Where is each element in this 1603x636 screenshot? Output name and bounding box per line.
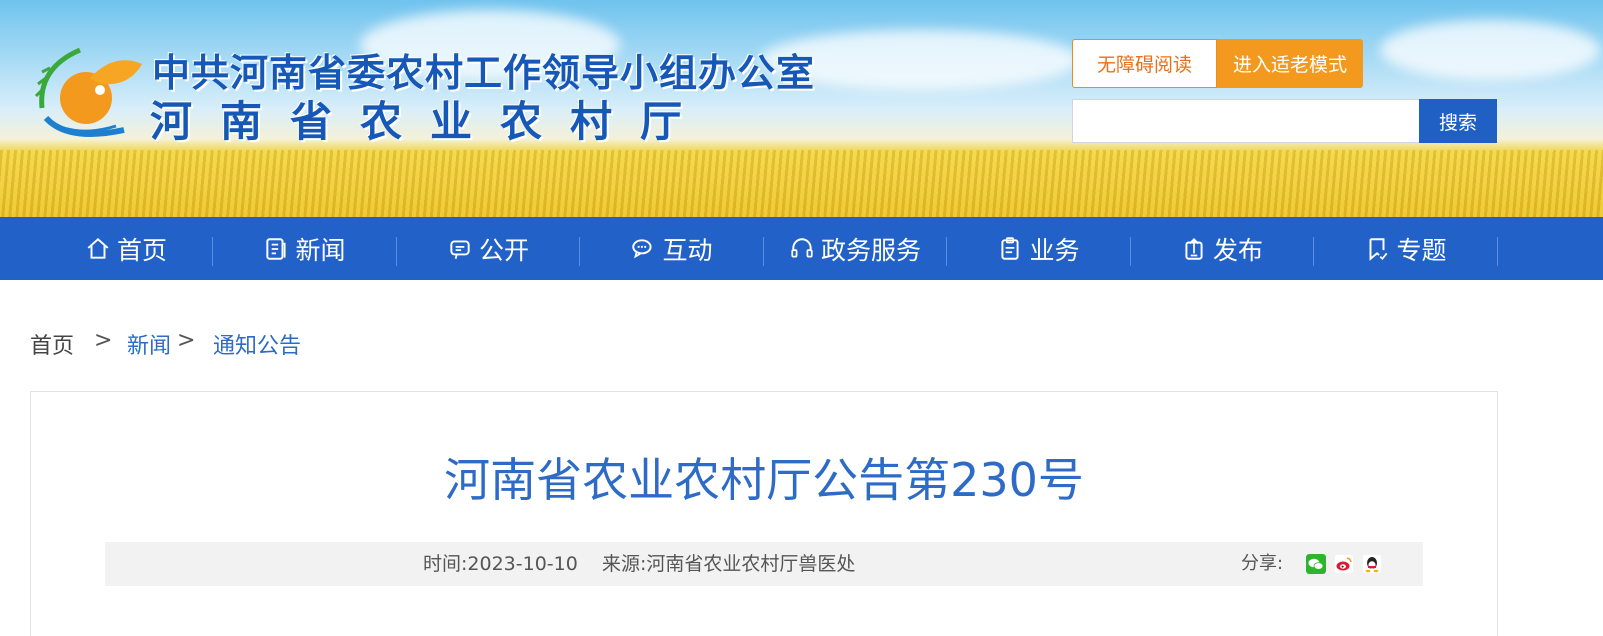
home-icon <box>87 237 109 259</box>
time-label: 时间: <box>423 553 468 575</box>
nav-item-business[interactable]: 业务 <box>947 217 1130 280</box>
nav-item-news[interactable]: 新闻 <box>213 217 396 280</box>
nav-label: 新闻 <box>295 235 346 265</box>
nav-divider <box>1497 237 1498 266</box>
cloud-decoration <box>1380 20 1600 80</box>
source-label: 来源: <box>602 553 647 575</box>
wechat-icon[interactable] <box>1306 554 1326 574</box>
qq-icon[interactable] <box>1362 554 1382 574</box>
org-title-line2: 河南省农业农村厅 <box>150 97 711 146</box>
nav-item-disclosure[interactable]: 公开 <box>397 217 579 280</box>
clipboard-icon <box>1001 236 1020 260</box>
nav-label: 专题 <box>1396 235 1447 265</box>
article-meta: 时间:2023-10-10 来源:河南省农业农村厅兽医处 <box>423 542 855 586</box>
nav-label: 政务服务 <box>820 235 921 265</box>
main-nav: 首页 新闻 公开 互动 政务服务 业务 发布 专题 <box>0 217 1603 280</box>
weibo-icon[interactable] <box>1334 554 1354 574</box>
accessibility-reading-button[interactable]: 无障碍阅读 <box>1072 39 1217 88</box>
time-value: 2023-10-10 <box>467 553 578 575</box>
nav-label: 首页 <box>116 235 167 265</box>
elder-mode-button[interactable]: 进入适老模式 <box>1217 39 1363 88</box>
breadcrumb-separator: > <box>94 328 113 353</box>
article-title: 河南省农业农村厅公告第230号 <box>444 453 1084 507</box>
article-meta-bar: 时间:2023-10-10 来源:河南省农业农村厅兽医处 分享: <box>105 542 1423 586</box>
breadcrumb-home[interactable]: 首页 <box>30 328 74 360</box>
nav-label: 互动 <box>662 235 713 265</box>
header-banner: 中共河南省委农村工作领导小组办公室 河南省农业农村厅 无障碍阅读 进入适老模式 … <box>0 0 1603 217</box>
share-label: 分享: <box>1241 553 1284 574</box>
headset-icon <box>791 237 813 257</box>
chat-icon <box>632 238 653 258</box>
nav-item-publish[interactable]: 发布 <box>1131 217 1313 280</box>
upload-icon <box>1185 237 1203 260</box>
nav-item-interaction[interactable]: 互动 <box>580 217 763 280</box>
nav-label: 公开 <box>478 235 529 265</box>
wheat-field <box>0 150 1603 217</box>
logo-emblem <box>34 47 142 137</box>
disclosure-icon <box>450 239 470 259</box>
nav-item-topics[interactable]: 专题 <box>1314 217 1497 280</box>
nav-item-gov-services[interactable]: 政务服务 <box>764 217 946 280</box>
news-icon <box>266 237 287 260</box>
nav-label: 业务 <box>1029 235 1080 265</box>
search-input[interactable] <box>1072 99 1420 143</box>
nav-item-home[interactable]: 首页 <box>40 217 212 280</box>
article-panel <box>30 391 1498 636</box>
breadcrumb-news[interactable]: 新闻 <box>127 328 171 360</box>
breadcrumb-separator: > <box>177 328 196 353</box>
search-button[interactable]: 搜索 <box>1419 99 1497 143</box>
source-value: 河南省农业农村厅兽医处 <box>646 553 856 575</box>
nav-label: 发布 <box>1212 235 1263 265</box>
breadcrumb-notice[interactable]: 通知公告 <box>213 328 301 360</box>
bookmark-icon <box>1370 237 1388 261</box>
